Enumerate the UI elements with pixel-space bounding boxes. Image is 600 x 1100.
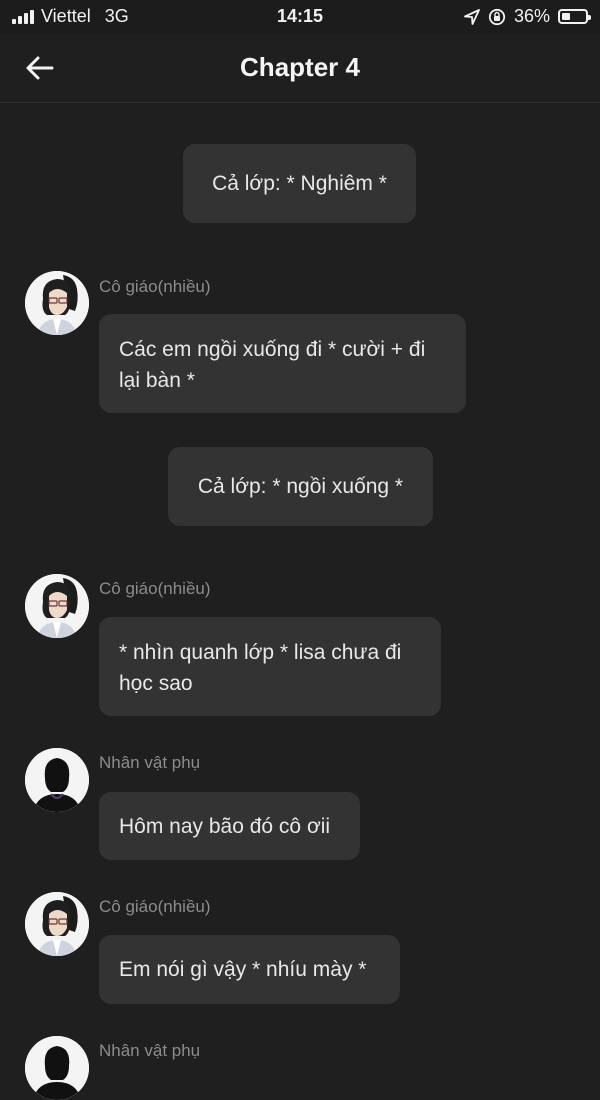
teacher-avatar[interactable] [25,574,89,638]
silhouette-avatar[interactable] [25,1036,89,1100]
message-text: * nhìn quanh lớp * lisa chưa đi học sao [119,641,402,695]
page-title: Chapter 4 [240,52,360,82]
message-text: Hôm nay bão đó cô ơii [119,815,331,838]
narration-text: Cả lớp: * ngồi xuống * [197,475,404,498]
silhouette-avatar[interactable] [25,748,89,812]
message-bubble: Hôm nay bão đó cô ơii [99,792,360,860]
chapter-header: Chapter 4 [0,34,600,103]
message-text: Em nói gì vậy * nhíu mày * [119,958,367,981]
battery-level [562,13,570,20]
message-text: Các em ngồi xuống đi * cười + đi lại bàn… [119,338,426,392]
narration-bubble: Cả lớp: * Nghiêm * [183,144,416,223]
speaker-name: Cô giáo(nhiều) [99,579,211,598]
status-bar: Viettel 3G 14:15 36% [0,0,600,34]
speaker-name: Nhân vật phụ [99,1041,201,1060]
battery-percent: 36% [513,6,550,26]
message-bubble: * nhìn quanh lớp * lisa chưa đi học sao [99,617,441,716]
narration-bubble: Cả lớp: * ngồi xuống * [168,447,433,526]
teacher-avatar[interactable] [25,892,89,956]
location-arrow-icon [464,8,480,25]
battery-icon [558,9,591,24]
speaker-name: Nhân vật phụ [99,753,201,772]
speaker-name: Cô giáo(nhiều) [99,897,211,916]
teacher-avatar[interactable] [25,271,89,335]
message-bubble: Các em ngồi xuống đi * cười + đi lại bàn… [99,314,466,413]
message-bubble: Em nói gì vậy * nhíu mày * [99,935,400,1004]
status-right: 36% [464,6,591,27]
narration-text: Cả lớp: * Nghiêm * [212,172,387,195]
orientation-lock-icon [488,8,506,25]
speaker-name: Cô giáo(nhiều) [99,277,211,296]
